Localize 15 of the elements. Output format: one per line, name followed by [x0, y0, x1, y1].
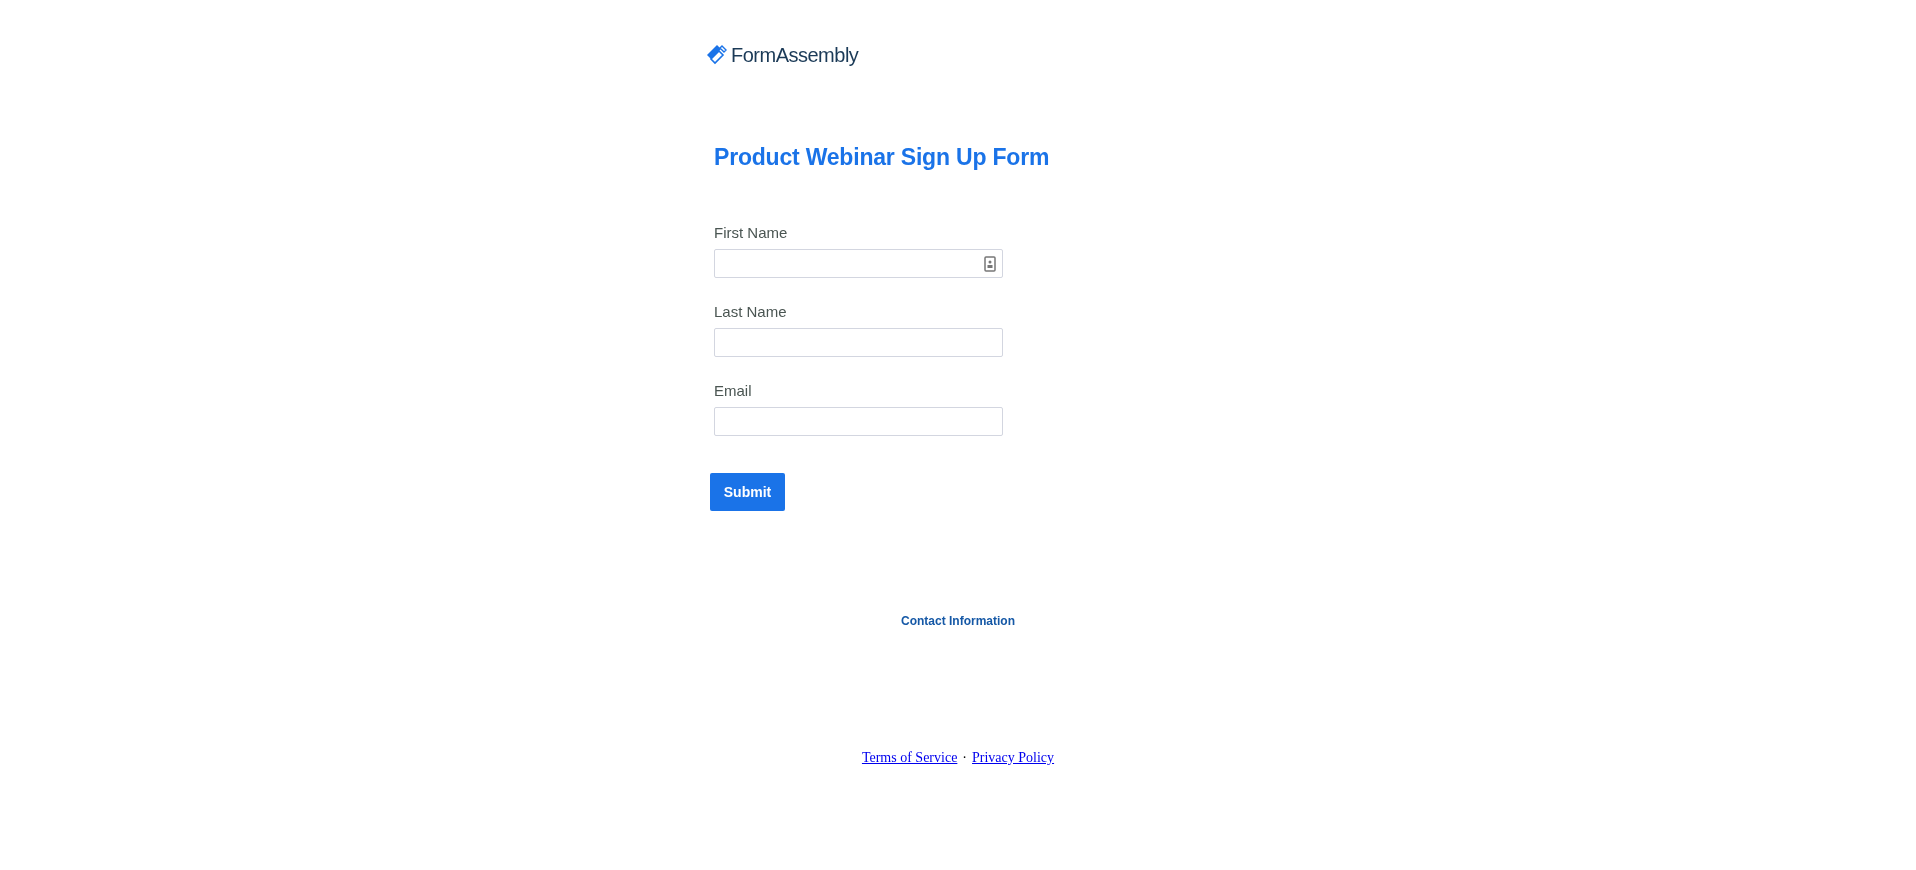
field-label: Email	[714, 383, 753, 398]
terms-link[interactable]: Terms of Service	[861, 747, 958, 768]
field-label: First Name	[714, 225, 789, 240]
logo-icon	[705, 43, 729, 67]
text-field[interactable]	[714, 328, 1003, 357]
form-title: Product Webinar Sign Up Form	[714, 146, 1051, 169]
logo-text: FormAssembly	[731, 45, 859, 65]
separator-dot: ·	[962, 749, 968, 767]
submit-button[interactable]: Submit	[710, 473, 785, 511]
privacy-link[interactable]: Privacy Policy	[972, 747, 1055, 768]
field-label: Last Name	[714, 304, 788, 319]
contact-information-link[interactable]: Contact Information	[901, 612, 1015, 630]
contact-card-icon[interactable]	[984, 255, 996, 272]
text-field[interactable]	[714, 407, 1003, 436]
text-field[interactable]	[714, 249, 1003, 278]
